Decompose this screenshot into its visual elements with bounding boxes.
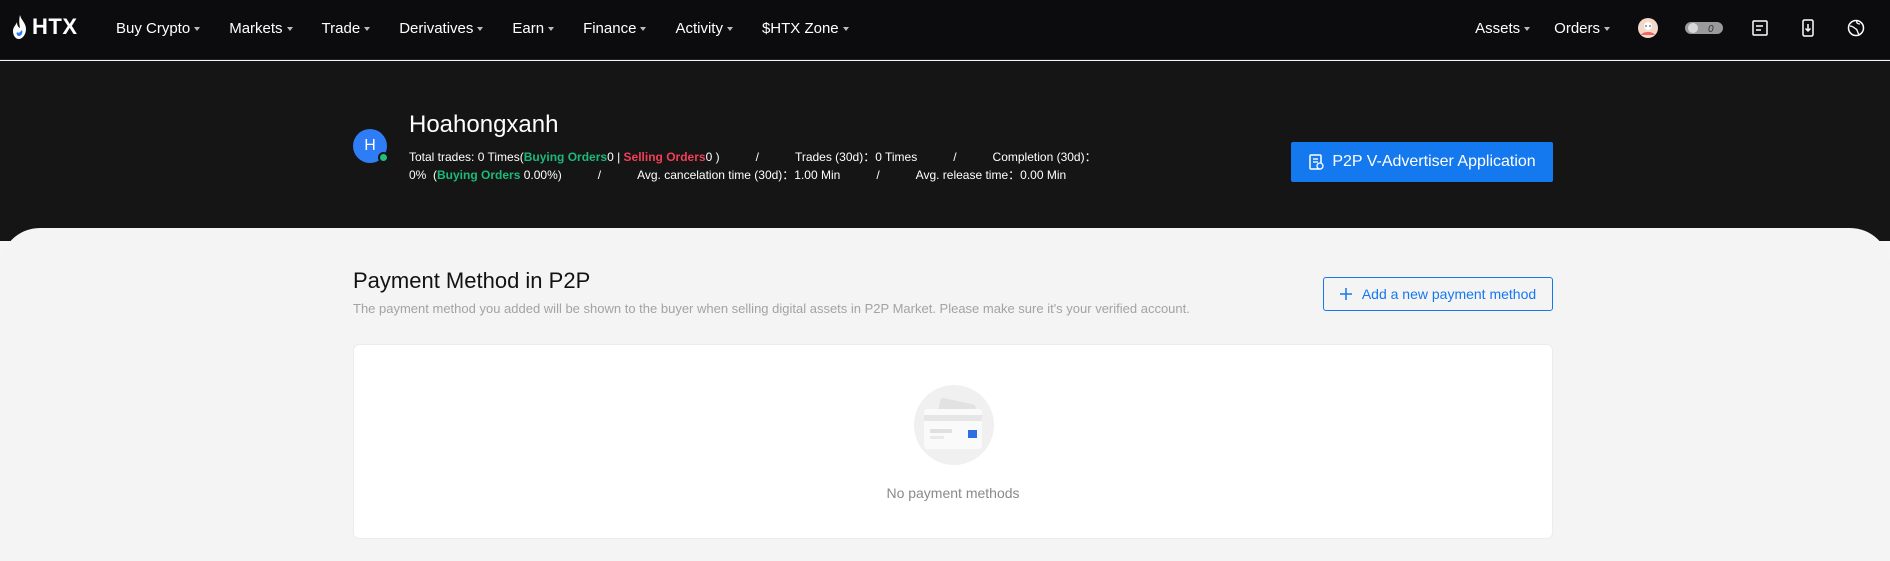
caret-down-icon bbox=[477, 26, 484, 31]
menu-trade[interactable]: Trade bbox=[322, 20, 371, 37]
menu-label: Derivatives bbox=[399, 19, 474, 37]
download-app-icon[interactable] bbox=[1796, 16, 1820, 40]
stat-separator: / bbox=[597, 168, 602, 182]
plus-icon bbox=[1339, 288, 1352, 300]
menu-htx-zone[interactable]: $HTX Zone bbox=[762, 20, 849, 37]
buying-orders-count: 0 | bbox=[607, 150, 624, 164]
cta-label: P2P V-Advertiser Application bbox=[1332, 153, 1536, 170]
online-status-icon bbox=[378, 152, 389, 163]
trades-30d-text: Trades (30d)：0 Times bbox=[794, 150, 918, 164]
menu-label: Finance bbox=[583, 19, 637, 37]
htx-logo[interactable]: HTX bbox=[12, 14, 78, 40]
caret-down-icon bbox=[364, 26, 371, 31]
empty-card-icon bbox=[914, 385, 994, 465]
caret-down-icon bbox=[842, 26, 849, 31]
menu-finance[interactable]: Finance bbox=[583, 19, 647, 37]
orders-list-icon[interactable] bbox=[1748, 16, 1772, 40]
selling-orders-count: 0 ) bbox=[705, 150, 720, 164]
caret-down-icon bbox=[194, 26, 201, 31]
page-description: The payment method you added will be sho… bbox=[353, 301, 1190, 316]
rewards-badge-icon[interactable]: 0 bbox=[1684, 16, 1724, 40]
profile-header: H Hoahongxanh Total trades: 0 Times(Buyi… bbox=[0, 61, 1890, 241]
caret-down-icon bbox=[640, 26, 647, 31]
assets-label: Assets bbox=[1475, 19, 1521, 37]
document-icon bbox=[1309, 154, 1324, 170]
menu-label: Markets bbox=[229, 19, 283, 37]
avg-release-text: Avg. release time：0.00 Min bbox=[915, 168, 1067, 182]
total-trades-text: Total trades: 0 Times( bbox=[409, 150, 524, 164]
main-menu: Buy Crypto Markets Trade Derivatives Ear… bbox=[116, 0, 878, 56]
caret-down-icon bbox=[1604, 26, 1610, 31]
stat-separator: / bbox=[876, 168, 880, 182]
add-payment-method-button[interactable]: Add a new payment method bbox=[1323, 277, 1553, 311]
menu-label: Earn bbox=[512, 19, 545, 37]
avatar-letter: H bbox=[364, 137, 376, 154]
assets-menu[interactable]: Assets bbox=[1475, 19, 1531, 37]
logo-text: HTX bbox=[32, 14, 78, 39]
menu-label: $HTX Zone bbox=[761, 19, 839, 37]
username: Hoahongxanh bbox=[409, 111, 559, 138]
menu-markets[interactable]: Markets bbox=[229, 19, 293, 37]
selling-orders-label: Selling Orders bbox=[623, 150, 706, 164]
user-avatar-icon[interactable] bbox=[1636, 16, 1660, 40]
trade-stats: Total trades: 0 Times(Buying Orders0 | S… bbox=[409, 148, 1134, 184]
nav-right: Assets Orders 0 bbox=[1475, 0, 1890, 56]
completion-buying-label: Buying Orders bbox=[437, 168, 521, 182]
avatar: H bbox=[353, 129, 389, 163]
menu-buy-crypto[interactable]: Buy Crypto bbox=[116, 19, 201, 37]
caret-down-icon bbox=[726, 26, 733, 31]
caret-down-icon bbox=[286, 26, 293, 31]
menu-label: Activity bbox=[675, 19, 723, 37]
top-nav: HTX Buy Crypto Markets Trade Derivatives… bbox=[0, 0, 1890, 60]
p2p-advertiser-application-button[interactable]: P2P V-Advertiser Application bbox=[1291, 142, 1553, 182]
menu-activity[interactable]: Activity bbox=[675, 20, 733, 37]
menu-derivatives[interactable]: Derivatives bbox=[399, 19, 484, 37]
stat-separator: / bbox=[755, 150, 759, 164]
caret-down-icon bbox=[1524, 26, 1531, 31]
menu-earn[interactable]: Earn bbox=[512, 19, 555, 37]
svg-text:0: 0 bbox=[1708, 24, 1714, 35]
page-title: Payment Method in P2P bbox=[353, 268, 591, 293]
add-payment-label: Add a new payment method bbox=[1361, 286, 1537, 302]
stat-separator: / bbox=[953, 150, 957, 164]
payment-methods-list: No payment methods bbox=[353, 344, 1553, 539]
orders-label: Orders bbox=[1554, 19, 1600, 37]
flame-icon bbox=[13, 15, 26, 39]
language-globe-icon[interactable] bbox=[1844, 16, 1868, 40]
menu-label: Buy Crypto bbox=[116, 19, 191, 37]
empty-state-text: No payment methods bbox=[886, 485, 1020, 501]
menu-label: Trade bbox=[321, 19, 361, 37]
completion-buying-value: 0.00%) bbox=[523, 168, 562, 182]
avg-cancel-text: Avg. cancelation time (30d)：1.00 Min bbox=[637, 168, 841, 182]
caret-down-icon bbox=[548, 26, 555, 31]
buying-orders-label: Buying Orders bbox=[523, 150, 608, 164]
orders-menu[interactable]: Orders bbox=[1554, 20, 1610, 37]
